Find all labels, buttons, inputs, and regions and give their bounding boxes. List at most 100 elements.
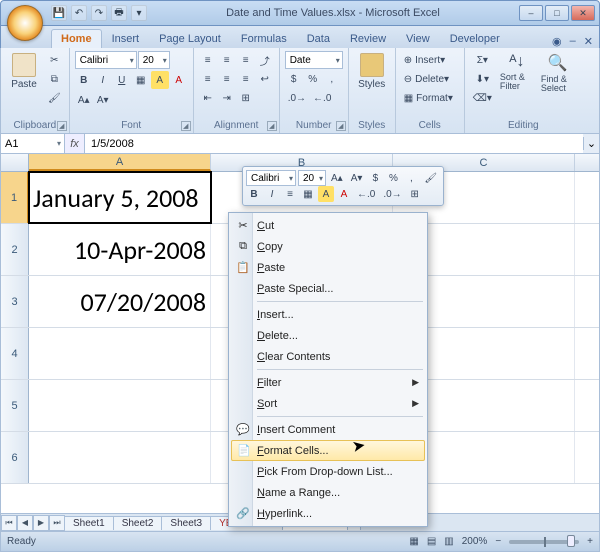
context-menu-item-insert[interactable]: Insert... xyxy=(231,304,425,325)
tab-data[interactable]: Data xyxy=(297,29,340,48)
sheet-tab-sheet1[interactable]: Sheet1 xyxy=(64,516,114,530)
office-button[interactable] xyxy=(7,5,43,41)
mini-grow-font-icon[interactable]: A▴ xyxy=(328,170,346,186)
percent-format-icon[interactable]: % xyxy=(304,70,322,88)
row-header-3[interactable]: 3 xyxy=(1,276,29,327)
context-menu-item-pick-from-drop-down-list[interactable]: Pick From Drop-down List... xyxy=(231,461,425,482)
cell-styles-button[interactable]: Styles xyxy=(354,51,390,92)
clear-icon[interactable]: ⌫▾ xyxy=(470,89,495,107)
select-all-corner[interactable] xyxy=(1,154,29,171)
italic-button[interactable]: I xyxy=(94,71,112,89)
cell-a5[interactable] xyxy=(29,380,211,431)
mini-size-combo[interactable]: 20 xyxy=(298,170,326,186)
mini-inc-decimal-icon[interactable]: .0→ xyxy=(380,186,404,202)
tab-home[interactable]: Home xyxy=(51,29,102,48)
cut-icon[interactable]: ✂ xyxy=(45,51,64,69)
decrease-decimal-icon[interactable]: ←.0 xyxy=(310,89,334,107)
number-dialog-launcher[interactable]: ◢ xyxy=(336,121,346,131)
border-icon[interactable]: ▦ xyxy=(132,71,150,89)
row-header-6[interactable]: 6 xyxy=(1,432,29,483)
context-menu-item-paste[interactable]: 📋Paste xyxy=(231,257,425,278)
find-select-button[interactable]: 🔍 Find & Select xyxy=(539,51,577,95)
qat-save-icon[interactable]: 💾 xyxy=(51,5,67,21)
qat-print-icon[interactable]: 🖶 xyxy=(111,5,127,21)
cell-a1[interactable]: January 5, 2008 xyxy=(29,172,211,223)
sheet-nav-prev-icon[interactable]: ◀ xyxy=(17,515,33,531)
tab-page-layout[interactable]: Page Layout xyxy=(149,29,231,48)
mini-merge-icon[interactable]: ⊞ xyxy=(407,186,423,202)
zoom-out-icon[interactable]: − xyxy=(495,536,501,547)
mini-shrink-font-icon[interactable]: A▾ xyxy=(348,170,366,186)
clipboard-dialog-launcher[interactable]: ◢ xyxy=(57,121,67,131)
tab-view[interactable]: View xyxy=(396,29,440,48)
increase-indent-icon[interactable]: ⇥ xyxy=(218,89,236,107)
format-cells-button[interactable]: ▦ Format ▾ xyxy=(401,89,459,107)
tab-review[interactable]: Review xyxy=(340,29,396,48)
maximize-button[interactable]: □ xyxy=(545,5,569,21)
column-header-a[interactable]: A xyxy=(29,154,211,171)
name-box[interactable]: A1 xyxy=(1,134,65,153)
zoom-in-icon[interactable]: + xyxy=(587,536,593,547)
qat-customize-icon[interactable]: ▾ xyxy=(131,5,147,21)
zoom-level[interactable]: 200% xyxy=(462,536,488,547)
align-bottom-icon[interactable]: ≡ xyxy=(237,51,255,69)
fill-icon[interactable]: ⬇▾ xyxy=(470,70,495,88)
increase-decimal-icon[interactable]: .0→ xyxy=(285,89,309,107)
row-header-1[interactable]: 1 xyxy=(1,172,29,223)
context-menu-item-clear-contents[interactable]: Clear Contents xyxy=(231,346,425,367)
sheet-nav-next-icon[interactable]: ▶ xyxy=(33,515,49,531)
tab-insert[interactable]: Insert xyxy=(102,29,150,48)
context-menu-item-insert-comment[interactable]: 💬Insert Comment xyxy=(231,419,425,440)
workbook-close-icon[interactable]: ✕ xyxy=(584,35,593,48)
mini-font-color-icon[interactable]: A xyxy=(336,186,352,202)
mini-italic-button[interactable]: I xyxy=(264,186,280,202)
bold-button[interactable]: B xyxy=(75,71,93,89)
align-center-icon[interactable]: ≡ xyxy=(218,70,236,88)
sheet-nav-first-icon[interactable]: ⏮ xyxy=(1,515,17,531)
autosum-icon[interactable]: Σ▾ xyxy=(470,51,495,69)
font-size-combo[interactable]: 20 xyxy=(138,51,170,69)
wrap-text-icon[interactable]: ↩ xyxy=(256,70,274,88)
context-menu-item-format-cells[interactable]: 📄Format Cells... xyxy=(231,440,425,461)
font-name-combo[interactable]: Calibri xyxy=(75,51,137,69)
row-header-4[interactable]: 4 xyxy=(1,328,29,379)
help-icon[interactable]: ◉ xyxy=(552,35,562,48)
insert-cells-button[interactable]: ⊕ Insert ▾ xyxy=(401,51,459,69)
minimize-button[interactable]: – xyxy=(519,5,543,21)
accounting-format-icon[interactable]: $ xyxy=(285,70,303,88)
context-menu-item-copy[interactable]: ⧉Copy xyxy=(231,236,425,257)
format-painter-icon[interactable]: 🖌 xyxy=(45,89,64,107)
zoom-slider[interactable] xyxy=(509,540,579,544)
view-pagebreak-icon[interactable]: ▥ xyxy=(444,536,453,547)
context-menu-item-delete[interactable]: Delete... xyxy=(231,325,425,346)
alignment-dialog-launcher[interactable]: ◢ xyxy=(267,121,277,131)
mini-border-icon[interactable]: ▦ xyxy=(300,186,316,202)
mini-comma-icon[interactable]: , xyxy=(403,170,419,186)
context-menu-item-paste-special[interactable]: Paste Special... xyxy=(231,278,425,299)
align-middle-icon[interactable]: ≡ xyxy=(218,51,236,69)
grow-font-icon[interactable]: A▴ xyxy=(75,91,93,109)
copy-icon[interactable]: ⧉ xyxy=(45,70,64,88)
view-pagelayout-icon[interactable]: ▤ xyxy=(427,536,436,547)
sheet-tab-sheet2[interactable]: Sheet2 xyxy=(113,516,163,530)
mini-format-painter-icon[interactable]: 🖌 xyxy=(421,170,440,186)
align-top-icon[interactable]: ≡ xyxy=(199,51,217,69)
mini-accounting-icon[interactable]: $ xyxy=(367,170,383,186)
qat-redo-icon[interactable]: ↷ xyxy=(91,5,107,21)
context-menu-item-name-a-range[interactable]: Name a Range... xyxy=(231,482,425,503)
view-normal-icon[interactable]: ▦ xyxy=(409,536,418,547)
paste-button[interactable]: Paste xyxy=(6,51,42,92)
row-header-2[interactable]: 2 xyxy=(1,224,29,275)
mini-bold-button[interactable]: B xyxy=(246,186,262,202)
mini-center-icon[interactable]: ≡ xyxy=(282,186,298,202)
font-color-icon[interactable]: A xyxy=(170,71,188,89)
minimize-ribbon-icon[interactable]: – xyxy=(570,35,576,48)
font-dialog-launcher[interactable]: ◢ xyxy=(181,121,191,131)
sheet-tab-sheet3[interactable]: Sheet3 xyxy=(161,516,211,530)
underline-button[interactable]: U xyxy=(113,71,131,89)
orientation-icon[interactable]: ⤴ xyxy=(256,51,274,69)
align-left-icon[interactable]: ≡ xyxy=(199,70,217,88)
cell-a3[interactable]: 07/20/2008 xyxy=(29,276,211,327)
sheet-nav-last-icon[interactable]: ⏭ xyxy=(49,515,65,531)
context-menu-item-hyperlink[interactable]: 🔗Hyperlink... xyxy=(231,503,425,524)
